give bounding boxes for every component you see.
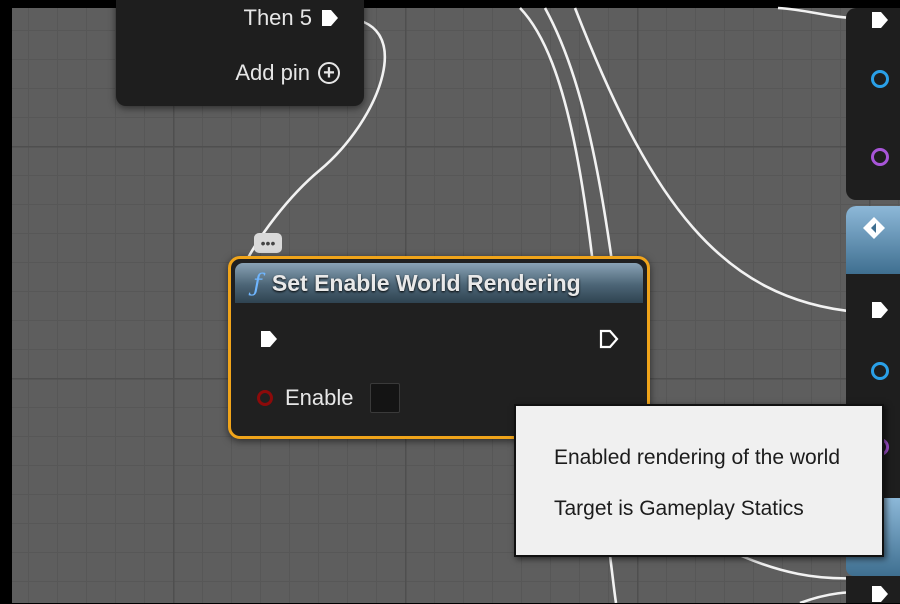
- partial-node-header[interactable]: [846, 206, 900, 274]
- macro-diamond-icon: [863, 217, 885, 239]
- plus-circle-icon: +: [318, 62, 340, 84]
- function-icon: ƒ: [253, 269, 262, 297]
- bool-pin-icon[interactable]: [257, 390, 273, 406]
- tooltip-description: Enabled rendering of the world: [554, 446, 841, 469]
- exec-out-pin-icon[interactable]: [320, 8, 340, 28]
- left-edge-bar: [0, 8, 12, 603]
- exec-in-pin-icon[interactable]: [870, 10, 890, 30]
- enable-label: Enable: [285, 385, 354, 410]
- partial-node-top[interactable]: [846, 8, 900, 200]
- partial-node-bottom[interactable]: [846, 576, 900, 603]
- object-pin-icon[interactable]: [871, 362, 889, 380]
- object-pin-icon[interactable]: [871, 70, 889, 88]
- comment-bubble-glyph: •••: [260, 235, 276, 251]
- exec-pin-icon[interactable]: [870, 300, 890, 320]
- enable-pin-row: Enable: [257, 383, 400, 413]
- node-title: Set Enable World Rendering: [271, 269, 581, 296]
- exec-out-pin-icon[interactable]: [599, 329, 619, 349]
- exec-in-pin-icon[interactable]: [259, 329, 279, 349]
- struct-pin-icon[interactable]: [871, 148, 889, 166]
- sequence-node[interactable]: Then 5 Add pin +: [116, 0, 364, 106]
- add-pin-button[interactable]: Add pin +: [235, 60, 340, 86]
- comment-bubble-icon[interactable]: •••: [254, 233, 282, 253]
- tooltip-target: Target is Gameplay Statics: [554, 497, 804, 520]
- node-header[interactable]: ƒ Set Enable World Rendering: [235, 263, 643, 303]
- enable-checkbox[interactable]: [369, 383, 400, 413]
- exec-pin-icon[interactable]: [870, 584, 890, 604]
- node-tooltip: Enabled rendering of the world Target is…: [514, 404, 884, 557]
- add-pin-label: Add pin: [235, 60, 310, 85]
- then-5-pin-row[interactable]: Then 5: [244, 5, 341, 31]
- then-5-label: Then 5: [243, 5, 313, 30]
